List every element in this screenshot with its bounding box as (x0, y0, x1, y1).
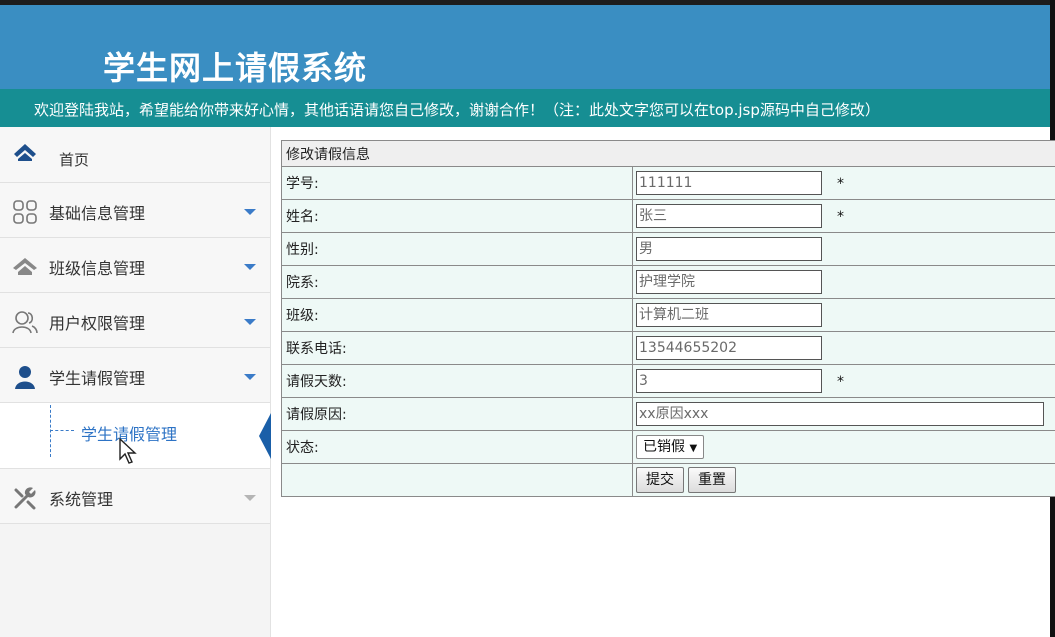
field-label: 姓名: (281, 199, 633, 233)
sidebar: 首页 基础信息管理 班级信息管理 用户权限管理 学生请假管理 学生请假管理 系统… (0, 127, 271, 637)
form-row: 状态: 已销假 ▼ (281, 430, 1055, 464)
field-label: 状态: (281, 430, 633, 464)
sidebar-item-basic-info[interactable]: 基础信息管理 (0, 183, 270, 238)
sidebar-item-student-leave[interactable]: 学生请假管理 (0, 348, 270, 403)
chevron-down-icon[interactable] (244, 209, 256, 215)
sidebar-item-label: 基础信息管理 (49, 204, 146, 223)
sidebar-item-user-permissions[interactable]: 用户权限管理 (0, 293, 270, 348)
form-row: 院系: 护理学院 (281, 265, 1055, 299)
sidebar-item-class-info[interactable]: 班级信息管理 (0, 238, 270, 293)
form-row: 请假原因: xx原因xxx (281, 397, 1055, 431)
department-input[interactable]: 护理学院 (636, 270, 822, 294)
form-row: 姓名: 张三 * (281, 199, 1055, 233)
app-title: 学生网上请假系统 (103, 49, 368, 87)
form-row: 联系电话: 13544655202 (281, 331, 1055, 365)
gender-input[interactable]: 男 (636, 237, 822, 261)
tree-line (50, 430, 74, 431)
dropdown-arrow-icon: ▼ (689, 443, 698, 454)
student-id-input[interactable]: 111111 (636, 171, 822, 195)
chevron-down-icon[interactable] (244, 264, 256, 270)
field-label: 请假天数: (281, 364, 633, 398)
leave-days-input[interactable]: 3 (636, 369, 822, 393)
sidebar-item-label: 首页 (59, 151, 90, 169)
main-content: 修改请假信息 学号: 111111 * 姓名: 张三 * 性别: 男 院系: 护理学… (281, 140, 1055, 497)
submit-button[interactable]: 提交 (636, 467, 684, 493)
tree-line (50, 405, 51, 457)
sidebar-item-home[interactable]: 首页 (0, 127, 270, 183)
status-select-value: 已销假 (643, 439, 685, 455)
reset-button[interactable]: 重置 (688, 467, 736, 493)
grid-icon (13, 200, 37, 224)
chevron-down-icon[interactable] (244, 495, 256, 501)
field-label: 学号: (281, 166, 633, 200)
status-select[interactable]: 已销假 ▼ (636, 435, 705, 459)
class-input[interactable]: 计算机二班 (636, 303, 822, 327)
form-row: 班级: 计算机二班 (281, 298, 1055, 332)
field-label: 联系电话: (281, 331, 633, 365)
sidebar-item-label: 班级信息管理 (49, 259, 146, 278)
form-row: 学号: 111111 * (281, 166, 1055, 200)
form-heading: 修改请假信息 (281, 140, 1055, 167)
field-label: 请假原因: (281, 397, 633, 431)
sidebar-item-system[interactable]: 系统管理 (0, 469, 270, 524)
page-header: 学生网上请假系统 (0, 5, 1050, 89)
edit-leave-form: 修改请假信息 学号: 111111 * 姓名: 张三 * 性别: 男 院系: 护理学… (281, 140, 1055, 497)
required-mark: * (837, 209, 844, 225)
sidebar-item-label: 用户权限管理 (49, 314, 146, 333)
notice-bar: 欢迎登陆我站，希望能给你带来好心情，其他话语请您自己修改，谢谢合作！（注：此处文… (0, 89, 1050, 127)
sidebar-item-label: 学生请假管理 (49, 369, 146, 388)
field-label: 性别: (281, 232, 633, 266)
home-icon (14, 144, 36, 161)
active-marker (259, 413, 271, 459)
required-mark: * (837, 374, 844, 390)
home-icon (13, 258, 37, 275)
mouse-cursor-icon (119, 437, 137, 464)
field-label: 院系: (281, 265, 633, 299)
empty-cell (281, 463, 633, 497)
chevron-down-icon[interactable] (244, 319, 256, 325)
leave-reason-input[interactable]: xx原因xxx (636, 402, 1044, 426)
sidebar-item-label: 系统管理 (49, 490, 114, 509)
field-label: 班级: (281, 298, 633, 332)
form-row: 性别: 男 (281, 232, 1055, 266)
notice-text: 欢迎登陆我站，希望能给你带来好心情，其他话语请您自己修改，谢谢合作！（注：此处文… (34, 101, 880, 119)
tools-icon (14, 487, 36, 510)
form-row: 请假天数: 3 * (281, 364, 1055, 398)
phone-input[interactable]: 13544655202 (636, 336, 822, 360)
required-mark: * (837, 176, 844, 192)
users-icon (12, 311, 38, 334)
user-icon (15, 366, 35, 389)
chevron-down-icon[interactable] (244, 374, 256, 380)
form-row: 提交 重置 (281, 463, 1055, 497)
name-input[interactable]: 张三 (636, 204, 822, 228)
